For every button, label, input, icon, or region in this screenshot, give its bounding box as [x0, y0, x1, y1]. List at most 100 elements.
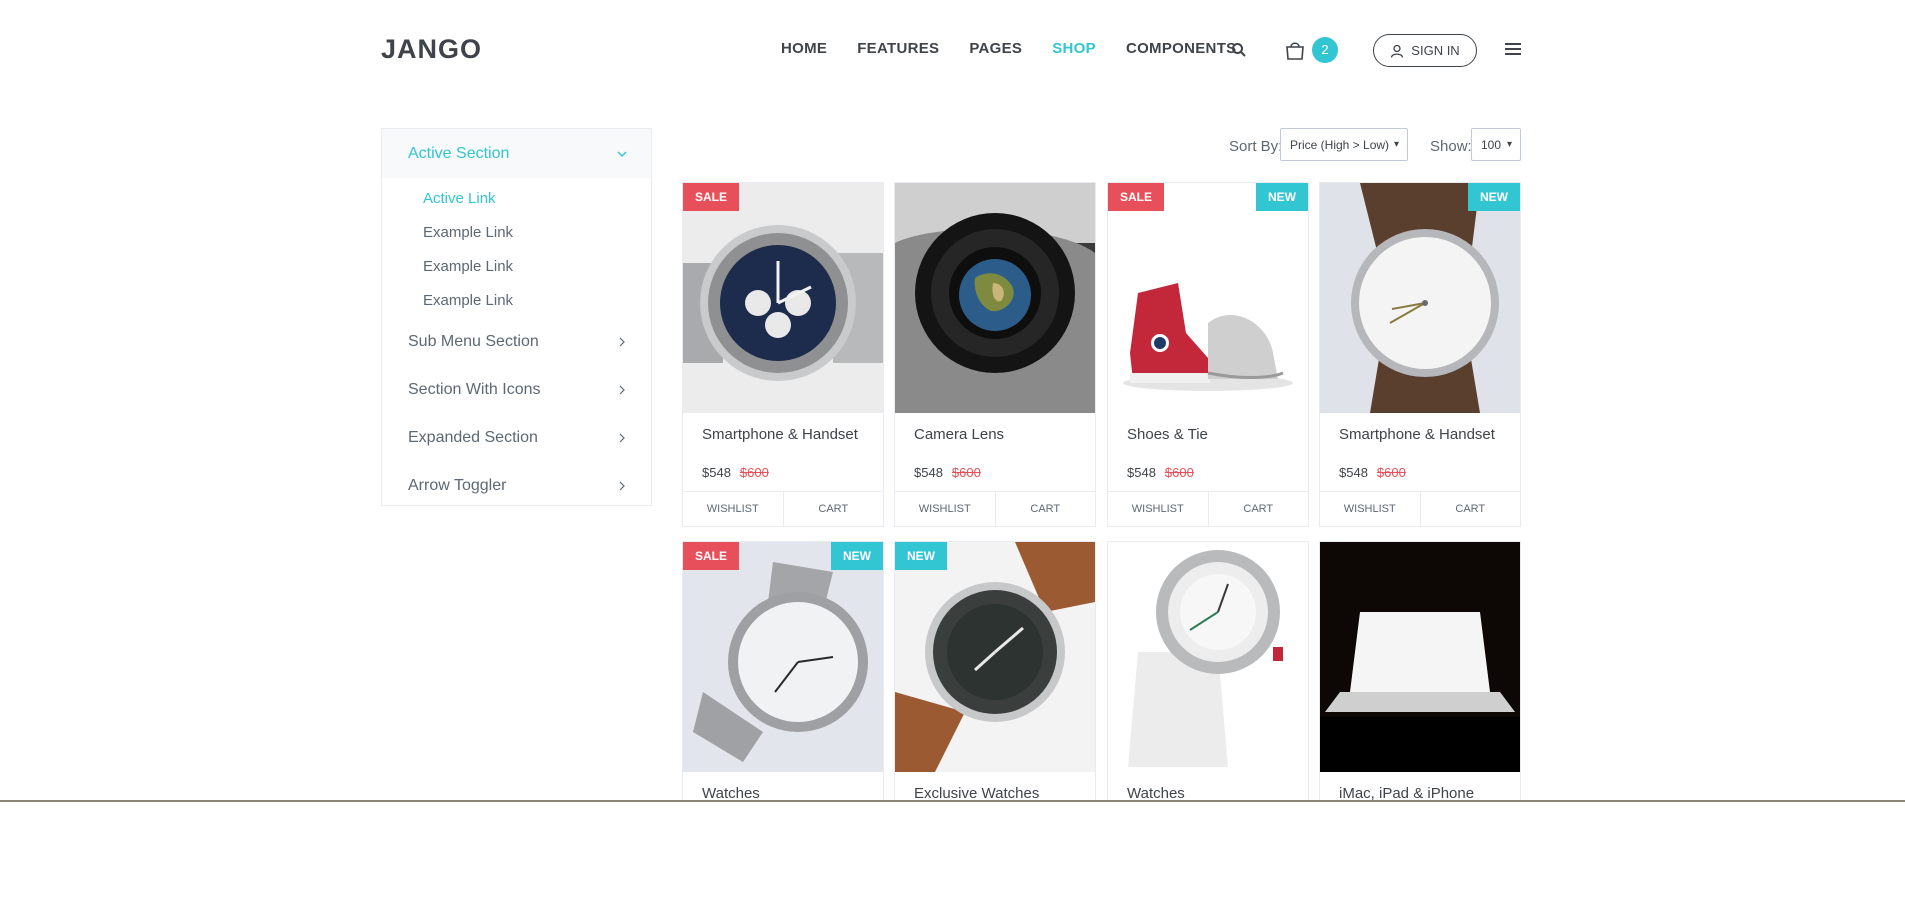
caret-down-icon: ▾ [1506, 139, 1512, 150]
nav-home[interactable]: HOME [781, 40, 827, 57]
sign-in-label: SIGN IN [1411, 43, 1460, 58]
sidebar-section-label: Expanded Section [408, 429, 538, 446]
cart-button[interactable]: CART [1209, 492, 1309, 526]
product-card[interactable]: NEW Exclusive Watches [894, 541, 1096, 800]
sidebar-section-label: Section With Icons [408, 381, 541, 398]
product-name[interactable]: Smartphone & Handset [683, 413, 883, 454]
show-label: Show: [1430, 138, 1472, 155]
product-image[interactable]: SALE [683, 183, 883, 413]
product-card[interactable]: NEW Smartphone & Handset $548 $600 WISHL… [1319, 182, 1521, 527]
product-image[interactable]: SALE NEW [683, 542, 883, 772]
sort-label: Sort By: [1229, 138, 1283, 155]
chevron-right-icon [619, 337, 625, 347]
cart-button[interactable]: CART [784, 492, 884, 526]
product-name[interactable]: Smartphone & Handset [1320, 413, 1520, 454]
sidebar-section-sub-menu[interactable]: Sub Menu Section [382, 318, 651, 366]
cart-button[interactable]: CART [996, 492, 1096, 526]
product-name[interactable]: Camera Lens [895, 413, 1095, 454]
product-prices: $548 $600 [683, 454, 883, 491]
nav-shop[interactable]: SHOP [1052, 40, 1096, 57]
logo[interactable]: JANGO [381, 34, 482, 65]
watch-image [895, 542, 1095, 772]
menu-icon[interactable] [1505, 42, 1521, 56]
site-header: JANGO HOME FEATURES PAGES SHOP COMPONENT… [0, 0, 1905, 100]
sale-badge: SALE [1108, 183, 1165, 211]
search-icon[interactable] [1231, 42, 1247, 58]
page-viewport: JANGO HOME FEATURES PAGES SHOP COMPONENT… [0, 0, 1905, 800]
product-old-price: $600 [951, 465, 981, 480]
product-image[interactable] [1320, 542, 1520, 772]
chevron-right-icon [619, 481, 625, 491]
chevron-right-icon [619, 385, 625, 395]
product-card[interactable]: SALE Smartphone & Handset $548 $600 WISH… [682, 182, 884, 527]
chevron-right-icon [619, 433, 625, 443]
cart-icon[interactable] [1284, 39, 1306, 61]
show-select-value: 100 [1481, 137, 1502, 152]
product-card[interactable]: iMac, iPad & iPhone [1319, 541, 1521, 800]
product-image[interactable] [1108, 542, 1308, 772]
product-actions: WISHLIST CART [1320, 491, 1520, 526]
product-image[interactable]: SALE NEW [1108, 183, 1308, 413]
sale-badge: SALE [683, 542, 740, 570]
show-select[interactable]: 100 ▾ [1471, 128, 1521, 161]
sidebar-active-section-label: Active Section [408, 144, 510, 162]
product-name[interactable]: iMac, iPad & iPhone [1320, 772, 1520, 800]
product-image[interactable] [895, 183, 1095, 413]
product-image[interactable]: NEW [895, 542, 1095, 772]
nav-components[interactable]: COMPONENTS [1126, 40, 1237, 57]
sale-badge: SALE [683, 183, 740, 211]
new-badge: NEW [895, 542, 947, 570]
new-badge: NEW [831, 542, 883, 570]
product-prices: $548 $600 [1108, 454, 1308, 491]
sidebar-link-example[interactable]: Example Link [382, 216, 651, 250]
product-card[interactable]: Watches [1107, 541, 1309, 800]
sort-select[interactable]: Price (High > Low) ▾ [1280, 128, 1408, 161]
sneakers-image [1108, 183, 1308, 413]
watch-image [683, 542, 883, 772]
product-price: $548 [702, 465, 731, 480]
sidebar-link-example[interactable]: Example Link [382, 250, 651, 284]
sidebar-section-with-icons[interactable]: Section With Icons [382, 366, 651, 414]
product-name[interactable]: Watches [1108, 772, 1308, 800]
product-prices: $548 $600 [1320, 454, 1520, 491]
watch-image [1108, 542, 1308, 772]
wishlist-button[interactable]: WISHLIST [895, 492, 996, 526]
product-name[interactable]: Exclusive Watches [895, 772, 1095, 800]
product-card[interactable]: Camera Lens $548 $600 WISHLIST CART [894, 182, 1096, 527]
sidebar-active-section[interactable]: Active Section [382, 129, 651, 178]
product-prices: $548 $600 [895, 454, 1095, 491]
main-nav: HOME FEATURES PAGES SHOP COMPONENTS [781, 40, 1266, 57]
cart-count-badge: 2 [1312, 37, 1338, 63]
watch-image [683, 183, 883, 413]
chevron-down-icon [617, 151, 627, 157]
nav-features[interactable]: FEATURES [857, 40, 939, 57]
sign-in-button[interactable]: SIGN IN [1373, 34, 1477, 67]
product-price: $548 [914, 465, 943, 480]
camera-lens-image [895, 183, 1095, 413]
product-card[interactable]: SALE NEW Shoes & Tie $548 $600 WISHLIST … [1107, 182, 1309, 527]
product-price: $548 [1339, 465, 1368, 480]
user-icon [1391, 44, 1404, 58]
sidebar-section-arrow-toggler[interactable]: Arrow Toggler [382, 462, 651, 510]
product-actions: WISHLIST CART [683, 491, 883, 526]
sort-select-value: Price (High > Low) [1290, 137, 1390, 152]
wishlist-button[interactable]: WISHLIST [683, 492, 784, 526]
sidebar-section-expanded[interactable]: Expanded Section [382, 414, 651, 462]
nav-pages[interactable]: PAGES [969, 40, 1022, 57]
product-card[interactable]: SALE NEW Watches [682, 541, 884, 800]
wishlist-button[interactable]: WISHLIST [1320, 492, 1421, 526]
product-image[interactable]: NEW [1320, 183, 1520, 413]
product-name[interactable]: Shoes & Tie [1108, 413, 1308, 454]
product-actions: WISHLIST CART [895, 491, 1095, 526]
product-price: $548 [1127, 465, 1156, 480]
product-old-price: $600 [1164, 465, 1194, 480]
sidebar-link-example[interactable]: Example Link [382, 284, 651, 318]
sidebar-section-label: Sub Menu Section [408, 333, 539, 350]
cart-button[interactable]: CART [1421, 492, 1521, 526]
product-name[interactable]: Watches [683, 772, 883, 800]
product-old-price: $600 [1376, 465, 1406, 480]
sidebar-link-active[interactable]: Active Link [382, 182, 651, 216]
sidebar-menu: Active Section Active Link Example Link … [381, 128, 652, 506]
product-old-price: $600 [739, 465, 769, 480]
wishlist-button[interactable]: WISHLIST [1108, 492, 1209, 526]
